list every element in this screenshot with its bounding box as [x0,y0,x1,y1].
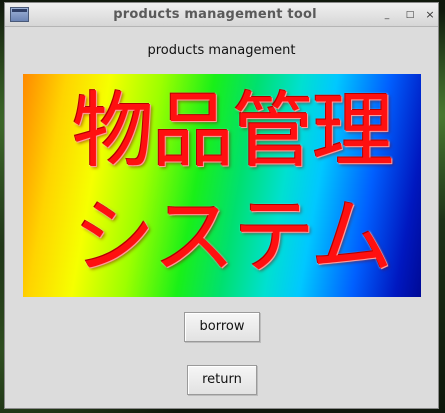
minimize-button[interactable]: _ [380,8,394,22]
banner-text-line-1: 物品管理 [71,84,394,179]
main-window: products management tool _ □ × products … [4,2,439,409]
window-title: products management tool [113,7,317,22]
maximize-button[interactable]: □ [403,8,417,22]
return-button[interactable]: return [187,365,257,395]
banner-image: 物品管理 システム [23,74,421,297]
title-bar[interactable]: products management tool _ □ × [5,3,438,27]
window-app-icon[interactable] [10,7,29,22]
page-title: products management [147,43,296,58]
banner-text-line-2: システム [73,190,393,285]
borrow-button[interactable]: borrow [184,312,260,342]
close-button[interactable]: × [423,8,437,22]
